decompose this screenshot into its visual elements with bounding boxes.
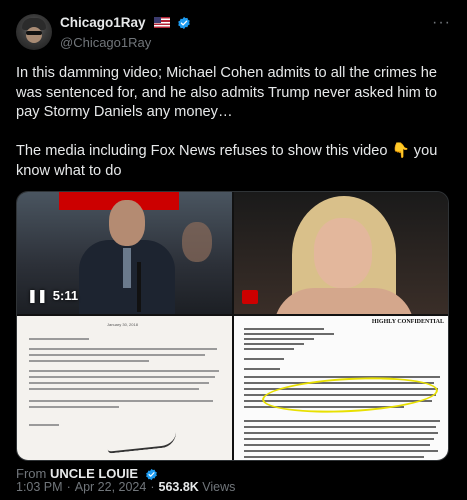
doc-line — [244, 368, 280, 370]
letter-line — [29, 424, 59, 426]
letter-date: January 30, 2018 — [107, 322, 138, 327]
separator-dot: · — [150, 480, 155, 494]
doc-line — [244, 420, 440, 422]
document-header: HIGHLY CONFIDENTIAL — [371, 319, 444, 325]
pause-icon[interactable]: ❚❚ — [27, 288, 48, 304]
tweet-meta: 1:03 PM · Apr 22, 2024 · 563.8K Views — [16, 480, 235, 494]
avatar-face — [26, 27, 42, 43]
doc-line — [244, 432, 438, 434]
video-thumbnail[interactable]: ❚❚ 5:11 — [17, 192, 232, 314]
doc-line — [244, 333, 334, 335]
doc-line — [244, 450, 438, 452]
views-count: 563.8K — [158, 480, 199, 494]
tweet-time[interactable]: 1:03 PM — [16, 480, 63, 494]
video-duration: ❚❚ 5:11 — [27, 288, 78, 304]
cnn-logo-icon — [242, 290, 258, 304]
letter-line — [29, 406, 119, 408]
letter-line — [29, 348, 217, 350]
doc-line — [244, 456, 424, 458]
doc-line — [244, 438, 434, 440]
woman-face — [314, 218, 372, 288]
media-grid[interactable]: ❚❚ 5:11 January 30, 2018 HIGHLY CONFIDENT… — [16, 191, 449, 461]
us-flag-icon — [153, 17, 170, 29]
letter-line — [29, 338, 89, 340]
video-duration-text: 5:11 — [52, 288, 79, 303]
letter-line — [29, 388, 199, 390]
tweet-paragraph-1: In this damming video; Michael Cohen adm… — [16, 65, 438, 120]
tweet-date[interactable]: Apr 22, 2024 — [75, 480, 147, 494]
doc-line — [244, 358, 284, 360]
letter-line — [29, 376, 215, 378]
avatar[interactable] — [16, 14, 52, 50]
tweet-paragraph-2: The media including Fox News refuses to … — [16, 143, 438, 179]
microphone — [137, 262, 141, 312]
verified-badge-icon[interactable] — [177, 16, 191, 30]
yellow-highlight-circle — [261, 373, 439, 417]
woman-shoulder — [274, 288, 414, 314]
author-handle[interactable]: @Chicago1Ray — [60, 35, 191, 50]
letter-line — [29, 370, 219, 372]
avatar-glasses — [26, 31, 42, 35]
source-prefix: From — [16, 466, 47, 481]
image-letter[interactable]: January 30, 2018 — [17, 316, 232, 460]
media-source: From UNCLE LOUIE — [16, 466, 158, 481]
tweet-header: Chicago1Ray @Chicago1Ray ··· — [16, 12, 451, 54]
source-name[interactable]: UNCLE LOUIE — [50, 466, 138, 481]
doc-line — [244, 348, 294, 350]
image-woman[interactable] — [234, 192, 448, 314]
tweet-text: In this damming video; Michael Cohen adm… — [16, 64, 452, 181]
doc-line — [244, 426, 436, 428]
author-names: Chicago1Ray @Chicago1Ray — [60, 14, 191, 50]
separator-dot: · — [66, 480, 71, 494]
letter-line — [29, 400, 213, 402]
doc-line — [244, 343, 304, 345]
views-label: Views — [202, 480, 236, 494]
more-options-icon[interactable]: ··· — [432, 14, 451, 32]
doc-line — [244, 328, 324, 330]
background-person — [182, 222, 212, 262]
man-tie — [123, 248, 131, 288]
signature — [106, 430, 178, 454]
letter-line — [29, 360, 149, 362]
author-display-name[interactable]: Chicago1Ray — [60, 15, 146, 30]
image-document[interactable]: HIGHLY CONFIDENTIAL — [234, 316, 448, 460]
letter-line — [29, 354, 205, 356]
doc-line — [244, 338, 314, 340]
doc-line — [244, 444, 430, 446]
letter-line — [29, 382, 209, 384]
man-head — [109, 200, 145, 246]
